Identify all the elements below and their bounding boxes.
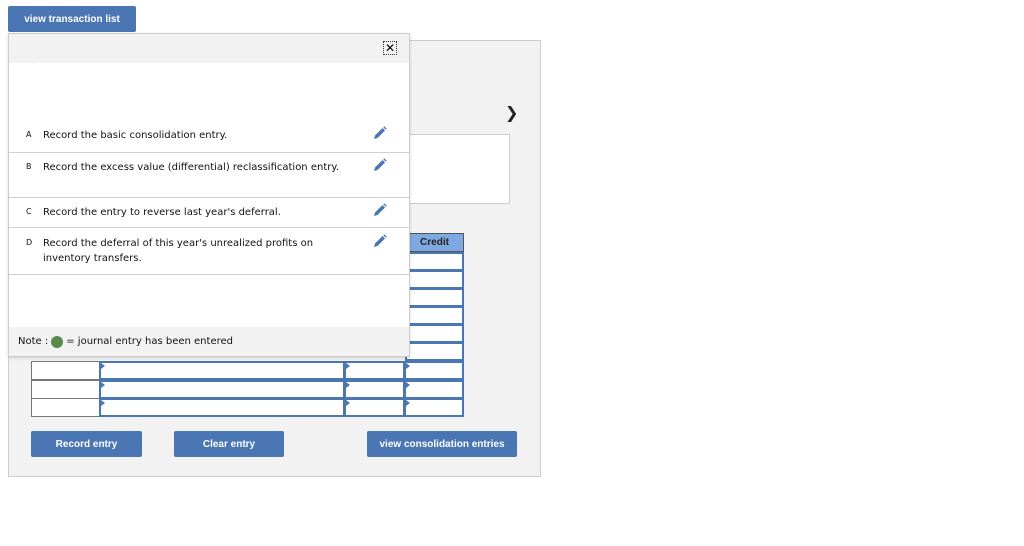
note-text: = journal entry has been entered [66,336,233,347]
ref-cell [31,361,100,380]
item-text: Record the excess value (differential) r… [43,162,340,173]
pencil-icon[interactable] [373,126,387,143]
record-entry-button[interactable]: Record entry [31,431,142,457]
transaction-list-popup: ✕ A Record the basic consolidation entry… [8,33,410,357]
credit-input[interactable] [405,306,464,325]
item-text: Record the entry to reverse last year's … [43,207,281,218]
pencil-icon[interactable] [373,158,387,175]
credit-input[interactable] [405,252,464,271]
dropdown-marker-icon [101,363,105,369]
item-letter: C [26,207,32,216]
close-icon[interactable]: ✕ [383,41,397,55]
note-label: Note : [18,336,49,347]
item-letter: A [26,130,32,139]
popup-header [9,34,409,63]
legend-note: Note : = journal entry has been entered [9,327,409,356]
debit-input[interactable] [344,398,405,417]
credit-input[interactable] [404,361,464,380]
pencil-icon[interactable] [373,234,387,251]
item-text: Record the deferral of this year's unrea… [43,238,314,264]
chevron-right-icon[interactable]: ❯ [505,103,518,122]
entered-dot-icon [51,335,64,348]
dropdown-marker-icon [346,363,350,369]
ref-cell [31,398,100,417]
debit-input[interactable] [344,380,405,399]
credit-input[interactable] [405,270,464,289]
dropdown-marker-icon [101,382,105,388]
view-consolidation-entries-button[interactable]: view consolidation entries [367,431,517,457]
transaction-item[interactable]: A Record the basic consolidation entry. [9,96,409,153]
dropdown-marker-icon [406,363,410,369]
dropdown-marker-icon [346,382,350,388]
debit-input[interactable] [344,361,405,380]
pencil-icon[interactable] [373,203,387,220]
popup-arrow [34,62,44,67]
credit-input[interactable] [404,380,464,399]
view-transaction-list-button[interactable]: view transaction list [8,6,136,32]
item-text: Record the basic consolidation entry. [43,130,228,141]
info-box [405,134,510,204]
clear-entry-button[interactable]: Clear entry [174,431,284,457]
credit-header: Credit [405,233,464,252]
dropdown-marker-icon [406,382,410,388]
dropdown-marker-icon [346,400,350,406]
account-input[interactable] [99,380,345,399]
transaction-item[interactable]: B Record the excess value (differential)… [9,152,409,198]
item-letter: D [26,238,33,247]
credit-input[interactable] [404,398,464,417]
account-input[interactable] [99,398,345,417]
credit-input[interactable] [405,342,464,361]
dropdown-marker-icon [101,400,105,406]
dropdown-marker-icon [406,400,410,406]
item-letter: B [26,162,32,171]
credit-input[interactable] [405,324,464,343]
transaction-item[interactable]: C Record the entry to reverse last year'… [9,197,409,228]
credit-input[interactable] [405,288,464,307]
ref-cell [31,380,100,399]
transaction-item[interactable]: D Record the deferral of this year's unr… [9,228,409,275]
account-input[interactable] [99,361,345,380]
